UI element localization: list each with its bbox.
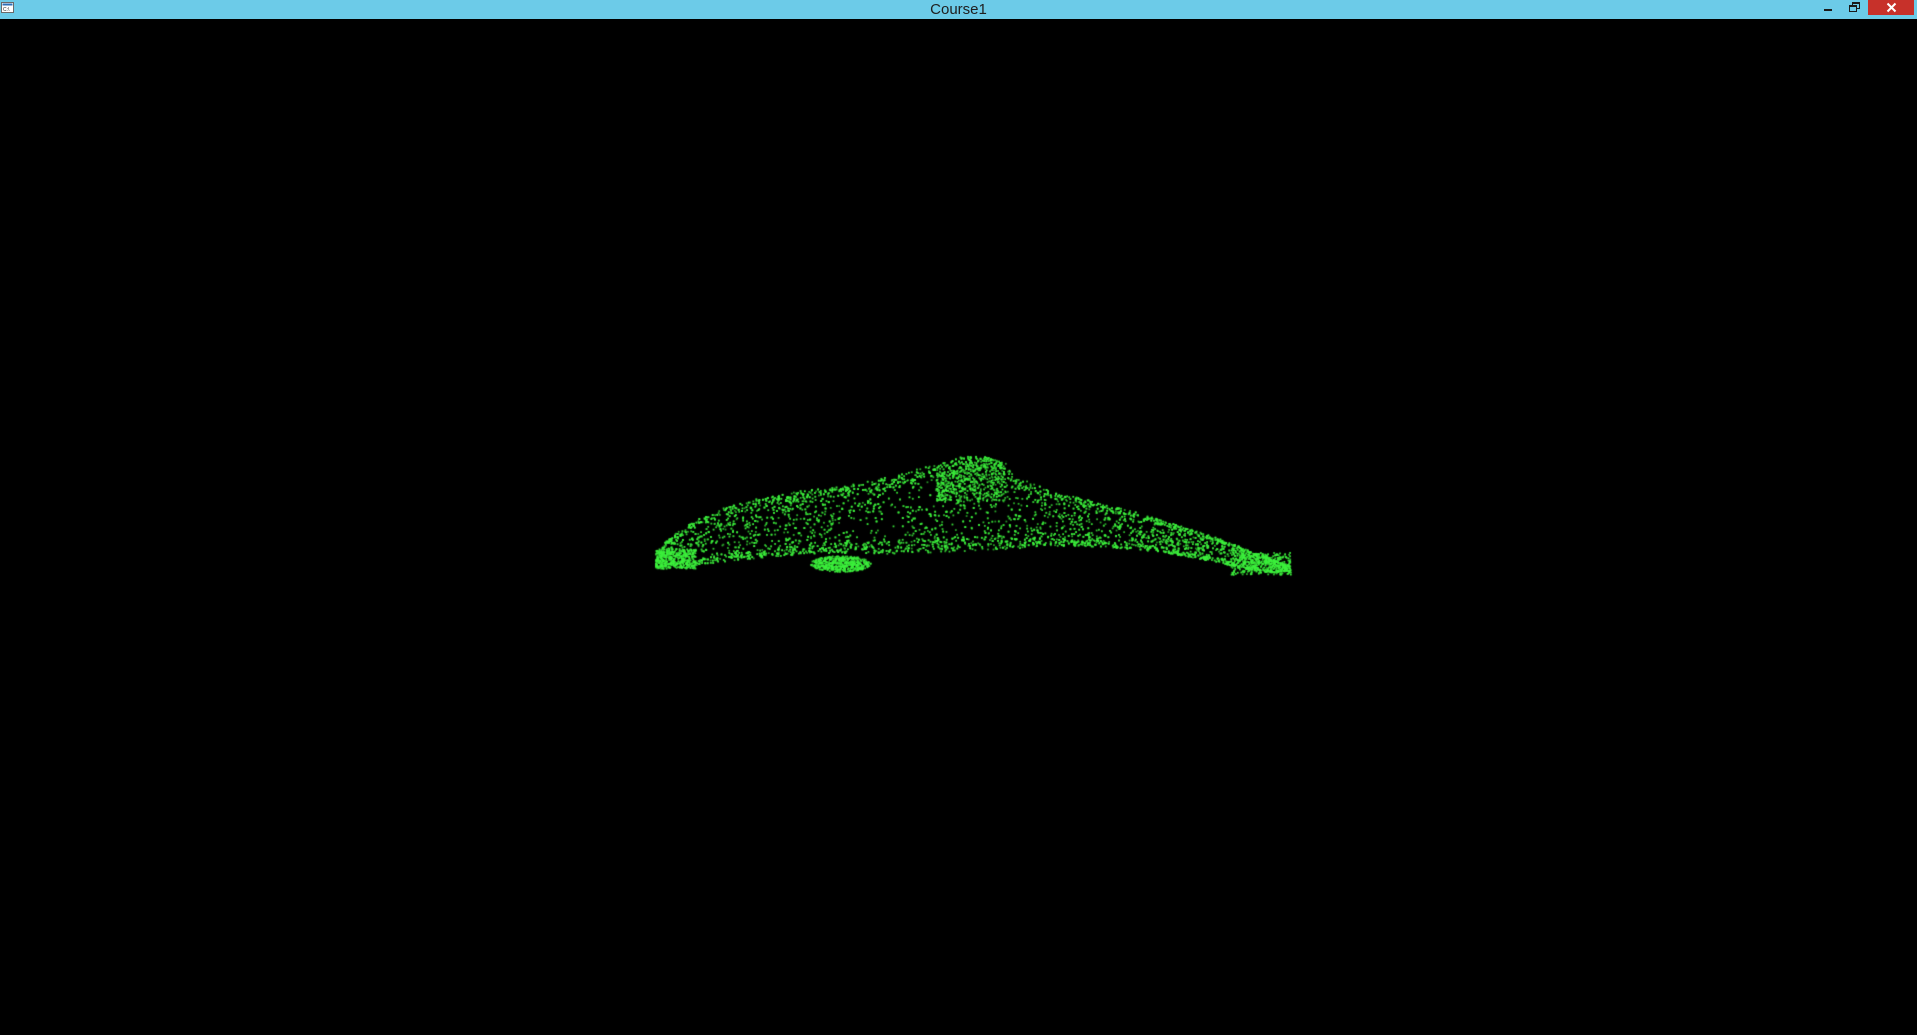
app-icon[interactable]: C:\ [1,2,14,13]
svg-text:C:\: C:\ [3,7,10,13]
close-icon [1886,2,1896,13]
app-window: C:\ Course1 [0,0,1917,1035]
window-title: Course1 [930,1,987,18]
minimize-icon [1823,8,1832,11]
render-viewport[interactable] [0,19,1917,1035]
minimize-button[interactable] [1814,0,1841,15]
dolphin-point-cloud [0,19,1917,1035]
title-bar[interactable]: C:\ Course1 [0,0,1917,19]
close-button[interactable] [1868,0,1914,15]
restore-button[interactable] [1841,0,1868,15]
restore-icon [1849,2,1860,12]
